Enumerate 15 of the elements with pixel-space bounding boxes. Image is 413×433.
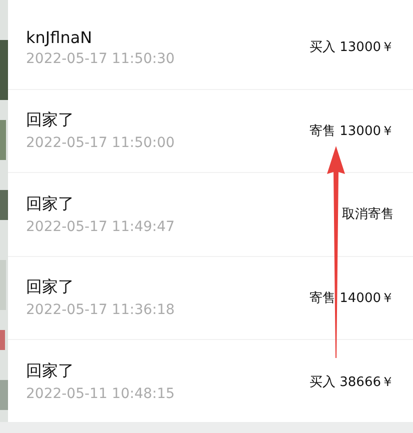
transaction-amount: 寄售 14000￥ xyxy=(310,290,394,307)
user-name: 回家了 xyxy=(26,361,75,382)
transaction-amount: 买入 38666￥ xyxy=(310,374,394,391)
record-time: 2022-05-17 11:50:00 xyxy=(26,135,175,152)
record-time: 2022-05-17 11:49:47 xyxy=(26,218,175,235)
record-time: 2022-05-17 11:36:18 xyxy=(26,302,175,318)
transaction-amount: 取消寄售 xyxy=(342,206,394,224)
user-name: 回家了 xyxy=(26,277,75,298)
transaction-amount: 买入 13000￥ xyxy=(310,39,394,56)
record-time: 2022-05-11 10:48:15 xyxy=(26,386,175,402)
user-name: knJflnaN xyxy=(26,28,94,47)
transaction-amount: 寄售 13000￥ xyxy=(310,122,394,140)
user-name: 回家了 xyxy=(26,194,75,215)
record-time: 2022-05-17 11:50:30 xyxy=(26,50,175,67)
user-name: 回家了 xyxy=(26,110,75,132)
